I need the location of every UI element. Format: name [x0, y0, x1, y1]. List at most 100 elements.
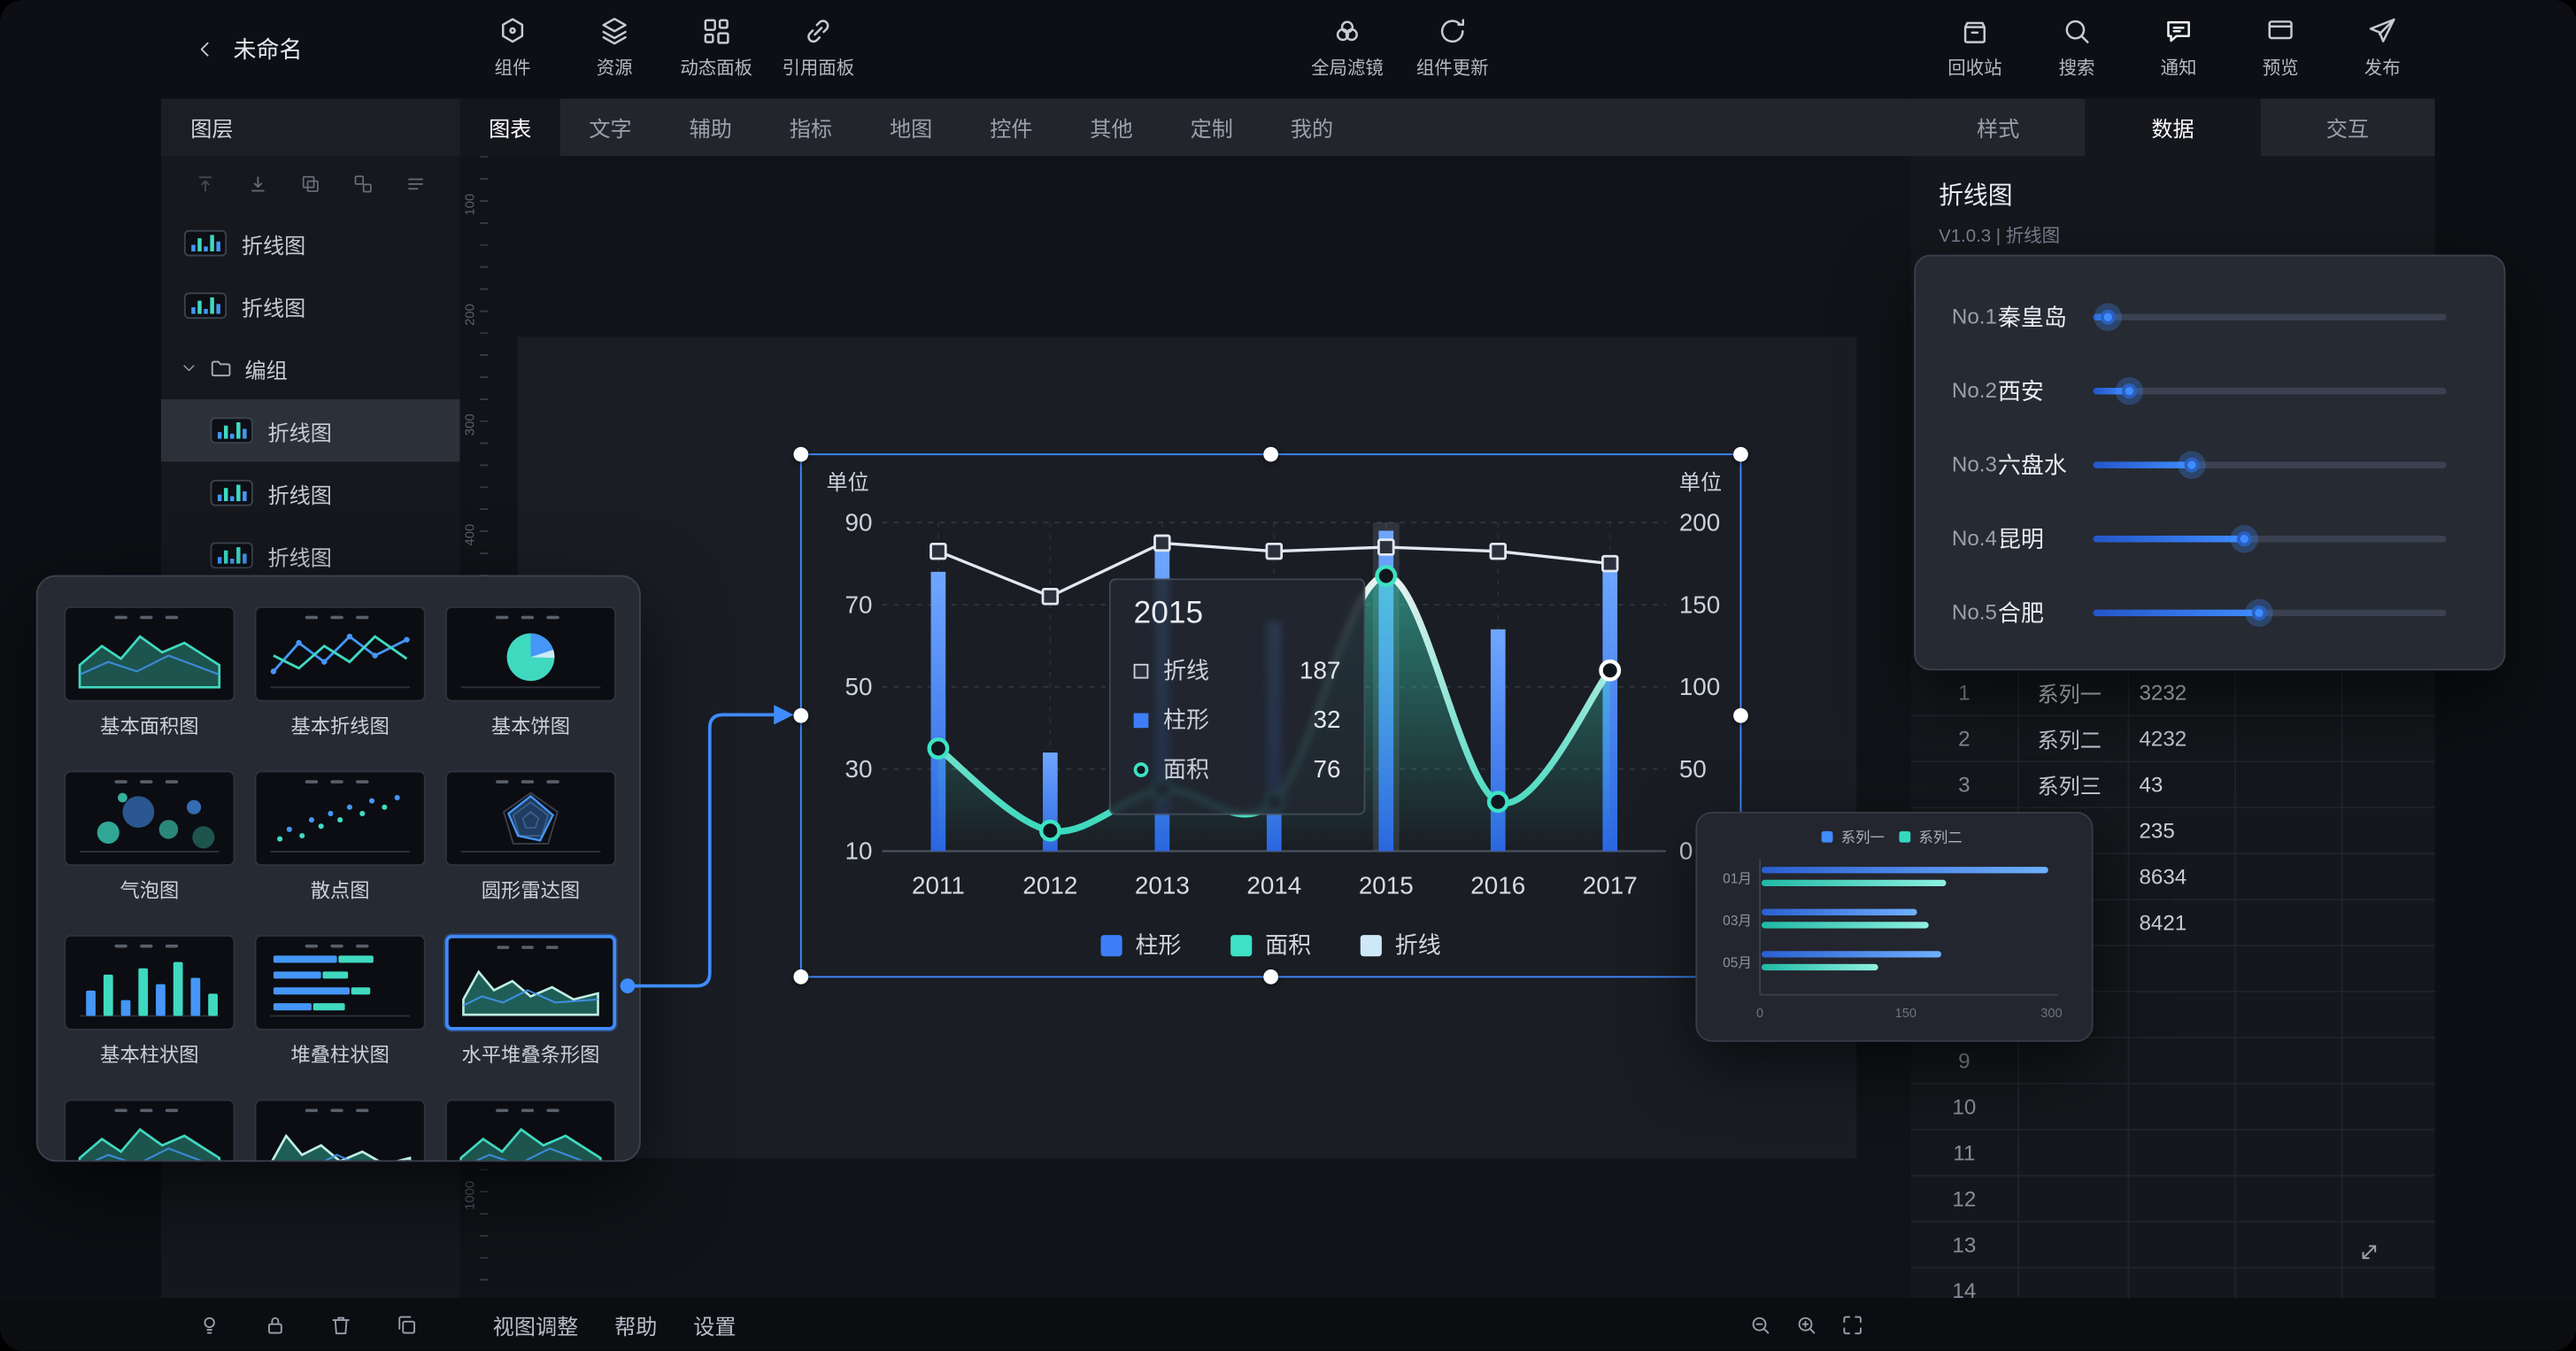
chevron-down-icon[interactable]: [181, 359, 197, 376]
slider-handle[interactable]: [2178, 451, 2206, 479]
slider-row: No.3六盘水: [1916, 428, 2503, 502]
cell-value[interactable]: 8634: [2128, 864, 2235, 889]
table-row[interactable]: 11: [1911, 1131, 2435, 1177]
tool-component-update[interactable]: 组件更新: [1403, 15, 1501, 81]
layer-group[interactable]: 编组: [161, 336, 460, 399]
back-button[interactable]: 未命名: [194, 0, 302, 98]
selection-handle[interactable]: [793, 447, 808, 462]
send-top-icon[interactable]: [194, 173, 217, 196]
cell-series-name[interactable]: 系列二: [2017, 723, 2127, 754]
tab-interaction[interactable]: 交互: [2260, 98, 2434, 156]
tab-mine[interactable]: 我的: [1261, 98, 1361, 156]
list-icon[interactable]: [405, 173, 428, 196]
tab-data[interactable]: 数据: [2086, 98, 2260, 156]
tool-component[interactable]: 组件: [463, 15, 561, 81]
library-item-hstack[interactable]: 堆叠柱状图: [255, 935, 426, 1066]
cell-value[interactable]: 43: [2128, 772, 2235, 797]
table-row[interactable]: 3系列三43: [1911, 762, 2435, 808]
selection-handle[interactable]: [1733, 708, 1748, 723]
tab-widget[interactable]: 控件: [961, 98, 1061, 156]
menu-help[interactable]: 帮助: [614, 1309, 657, 1339]
cell-value[interactable]: 8421: [2128, 910, 2235, 935]
tool-publish[interactable]: 发布: [2333, 15, 2432, 81]
tool-global-filter[interactable]: 全局滤镜: [1298, 15, 1396, 81]
legend-item-1[interactable]: 面积: [1230, 929, 1311, 961]
fit-screen-icon[interactable]: [1840, 1312, 1865, 1337]
lock-icon[interactable]: [263, 1312, 288, 1337]
tab-other[interactable]: 其他: [1061, 98, 1161, 156]
cell-series-name[interactable]: 系列三: [2017, 769, 2127, 800]
tab-map[interactable]: 地图: [861, 98, 961, 156]
tool-dynamic-panel[interactable]: 动态面板: [667, 15, 766, 81]
legend-item-2[interactable]: 折线: [1361, 929, 1441, 961]
zoom-in-icon[interactable]: [1794, 1312, 1819, 1337]
cell-value[interactable]: 235: [2128, 818, 2235, 843]
tab-custom[interactable]: 定制: [1161, 98, 1261, 156]
resize-icon[interactable]: [2356, 1239, 2383, 1265]
slider-handle[interactable]: [2245, 598, 2273, 627]
slider-handle[interactable]: [2094, 303, 2122, 331]
cell-series-name[interactable]: 系列一: [2017, 677, 2127, 708]
table-row[interactable]: 10: [1911, 1085, 2435, 1131]
slider-track[interactable]: [2094, 387, 2447, 393]
table-row[interactable]: 9: [1911, 1038, 2435, 1085]
cell-value[interactable]: 4232: [2128, 726, 2235, 751]
tool-resource[interactable]: 资源: [565, 15, 663, 81]
trash-icon[interactable]: [328, 1312, 353, 1337]
library-item-partial[interactable]: [255, 1100, 426, 1162]
selection-handle[interactable]: [793, 708, 808, 723]
slider-track[interactable]: [2094, 535, 2447, 541]
library-item-bar[interactable]: 基本柱状图: [64, 935, 235, 1066]
slider-track[interactable]: [2094, 609, 2447, 615]
slider-track[interactable]: [2094, 461, 2447, 467]
tool-preview[interactable]: 预览: [2231, 15, 2329, 81]
clipboard-icon[interactable]: [394, 1312, 419, 1337]
library-item-partial[interactable]: [445, 1100, 616, 1162]
tab-style[interactable]: 样式: [1911, 98, 2086, 156]
mini-chart-panel[interactable]: 系列一系列二01月03月05月0150300: [1695, 812, 2093, 1042]
group-icon[interactable]: [299, 173, 322, 196]
library-item-bubble[interactable]: 气泡图: [64, 770, 235, 901]
selection-handle[interactable]: [1263, 447, 1278, 462]
chart-library-grid: 基本面积图基本折线图基本饼图气泡图散点图圆形雷达图基本柱状图堆叠柱状图水平堆叠条…: [64, 606, 613, 1162]
layer-item[interactable]: 折线图: [161, 274, 460, 337]
slider-track[interactable]: [2094, 313, 2447, 320]
tab-charts[interactable]: 图表: [460, 98, 560, 156]
slider-handle[interactable]: [2231, 524, 2259, 552]
library-item-line[interactable]: 基本折线图: [255, 606, 426, 737]
layer-item[interactable]: 折线图: [161, 212, 460, 274]
layer-item[interactable]: 折线图: [161, 462, 460, 525]
table-row[interactable]: 14: [1911, 1269, 2435, 1298]
table-row[interactable]: 12: [1911, 1177, 2435, 1223]
library-item-pie[interactable]: 基本饼图: [445, 606, 616, 737]
canvas[interactable]: 9070503010200150100500单位单位20112012201320…: [488, 156, 1910, 1298]
cell-value[interactable]: 3232: [2128, 680, 2235, 705]
selection-handle[interactable]: [793, 969, 808, 984]
tab-assist[interactable]: 辅助: [660, 98, 760, 156]
library-item-area[interactable]: 基本面积图: [64, 606, 235, 737]
selection-handle[interactable]: [1733, 447, 1748, 462]
tab-indicator[interactable]: 指标: [760, 98, 860, 156]
library-item-partial[interactable]: [64, 1100, 235, 1162]
tool-recycle-bin[interactable]: 回收站: [1925, 15, 2024, 81]
menu-settings[interactable]: 设置: [693, 1309, 736, 1339]
menu-view-adjust[interactable]: 视图调整: [493, 1309, 579, 1339]
slider-handle[interactable]: [2115, 376, 2143, 405]
library-item-scatter[interactable]: 散点图: [255, 770, 426, 901]
selection-handle[interactable]: [1263, 969, 1278, 984]
send-bottom-icon[interactable]: [246, 173, 269, 196]
tool-reference-panel[interactable]: 引用面板: [769, 15, 868, 81]
table-row[interactable]: 2系列二4232: [1911, 716, 2435, 762]
tool-notification[interactable]: 通知: [2129, 15, 2227, 81]
table-row[interactable]: 1系列一3232: [1911, 670, 2435, 716]
layer-item[interactable]: 折线图: [161, 399, 460, 462]
ungroup-icon[interactable]: [351, 173, 374, 196]
legend-item-0[interactable]: 柱形: [1101, 929, 1182, 961]
zoom-out-icon[interactable]: [1748, 1312, 1773, 1337]
library-item-radar[interactable]: 圆形雷达图: [445, 770, 616, 901]
tab-text[interactable]: 文字: [560, 98, 660, 156]
lightbulb-icon[interactable]: [197, 1312, 222, 1337]
library-item-area2[interactable]: 水平堆叠条形图: [445, 935, 616, 1066]
layer-thumbnail-icon: [211, 480, 253, 506]
tool-search[interactable]: 搜索: [2027, 15, 2125, 81]
